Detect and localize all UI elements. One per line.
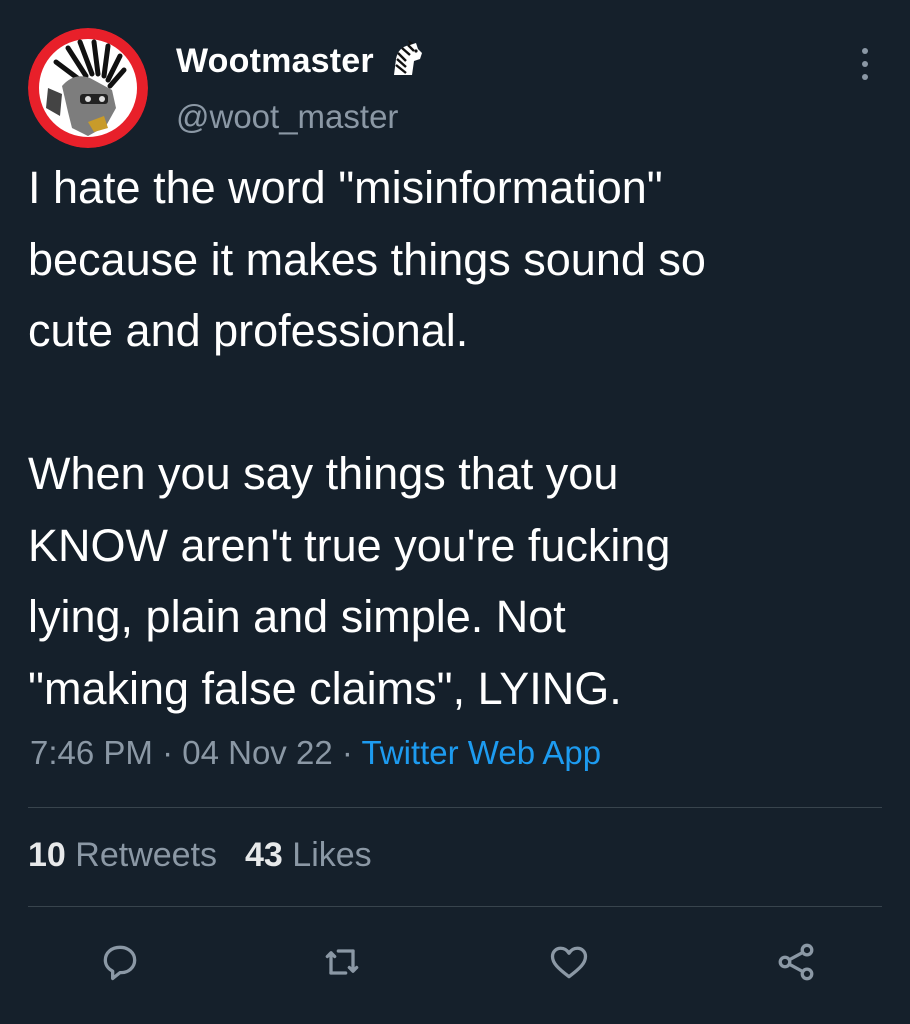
user-handle[interactable]: @woot_master — [176, 98, 426, 136]
dot — [862, 48, 868, 54]
tweet-text: I hate the word "misinformation" because… — [28, 162, 706, 714]
retweets-stat[interactable]: 10 Retweets — [28, 836, 217, 874]
divider — [28, 807, 882, 808]
tweet-time[interactable]: 7:46 PM — [30, 734, 153, 771]
retweets-label: Retweets — [75, 836, 218, 874]
avatar[interactable] — [28, 28, 148, 148]
user-info: Wootmaster @woot_master — [176, 38, 426, 136]
likes-count: 43 — [245, 836, 283, 874]
tweet-date[interactable]: 04 Nov 22 — [182, 734, 332, 771]
display-name-row: Wootmaster — [176, 38, 426, 84]
likes-label: Likes — [292, 836, 372, 874]
dot — [862, 61, 868, 67]
dot — [862, 74, 868, 80]
tweet-detail: Wootmaster @woot_master I hate the word … — [0, 0, 910, 1024]
retweet-icon[interactable] — [318, 938, 366, 986]
like-icon[interactable] — [545, 938, 593, 986]
tweet-source-link[interactable]: Twitter Web App — [361, 734, 601, 771]
share-icon[interactable] — [772, 938, 820, 986]
more-options-icon[interactable] — [848, 44, 882, 84]
zebra-icon — [386, 39, 426, 84]
engagement-stats: 10 Retweets 43 Likes — [28, 836, 372, 875]
tweet-meta: 7:46 PM · 04 Nov 22 · Twitter Web App — [30, 734, 601, 772]
reply-icon[interactable] — [96, 938, 144, 986]
divider — [28, 906, 882, 907]
retweets-count: 10 — [28, 836, 66, 874]
likes-stat[interactable]: 43 Likes — [245, 836, 372, 874]
display-name[interactable]: Wootmaster — [176, 42, 374, 81]
meta-separator: · — [162, 734, 174, 771]
meta-separator: · — [341, 734, 353, 771]
